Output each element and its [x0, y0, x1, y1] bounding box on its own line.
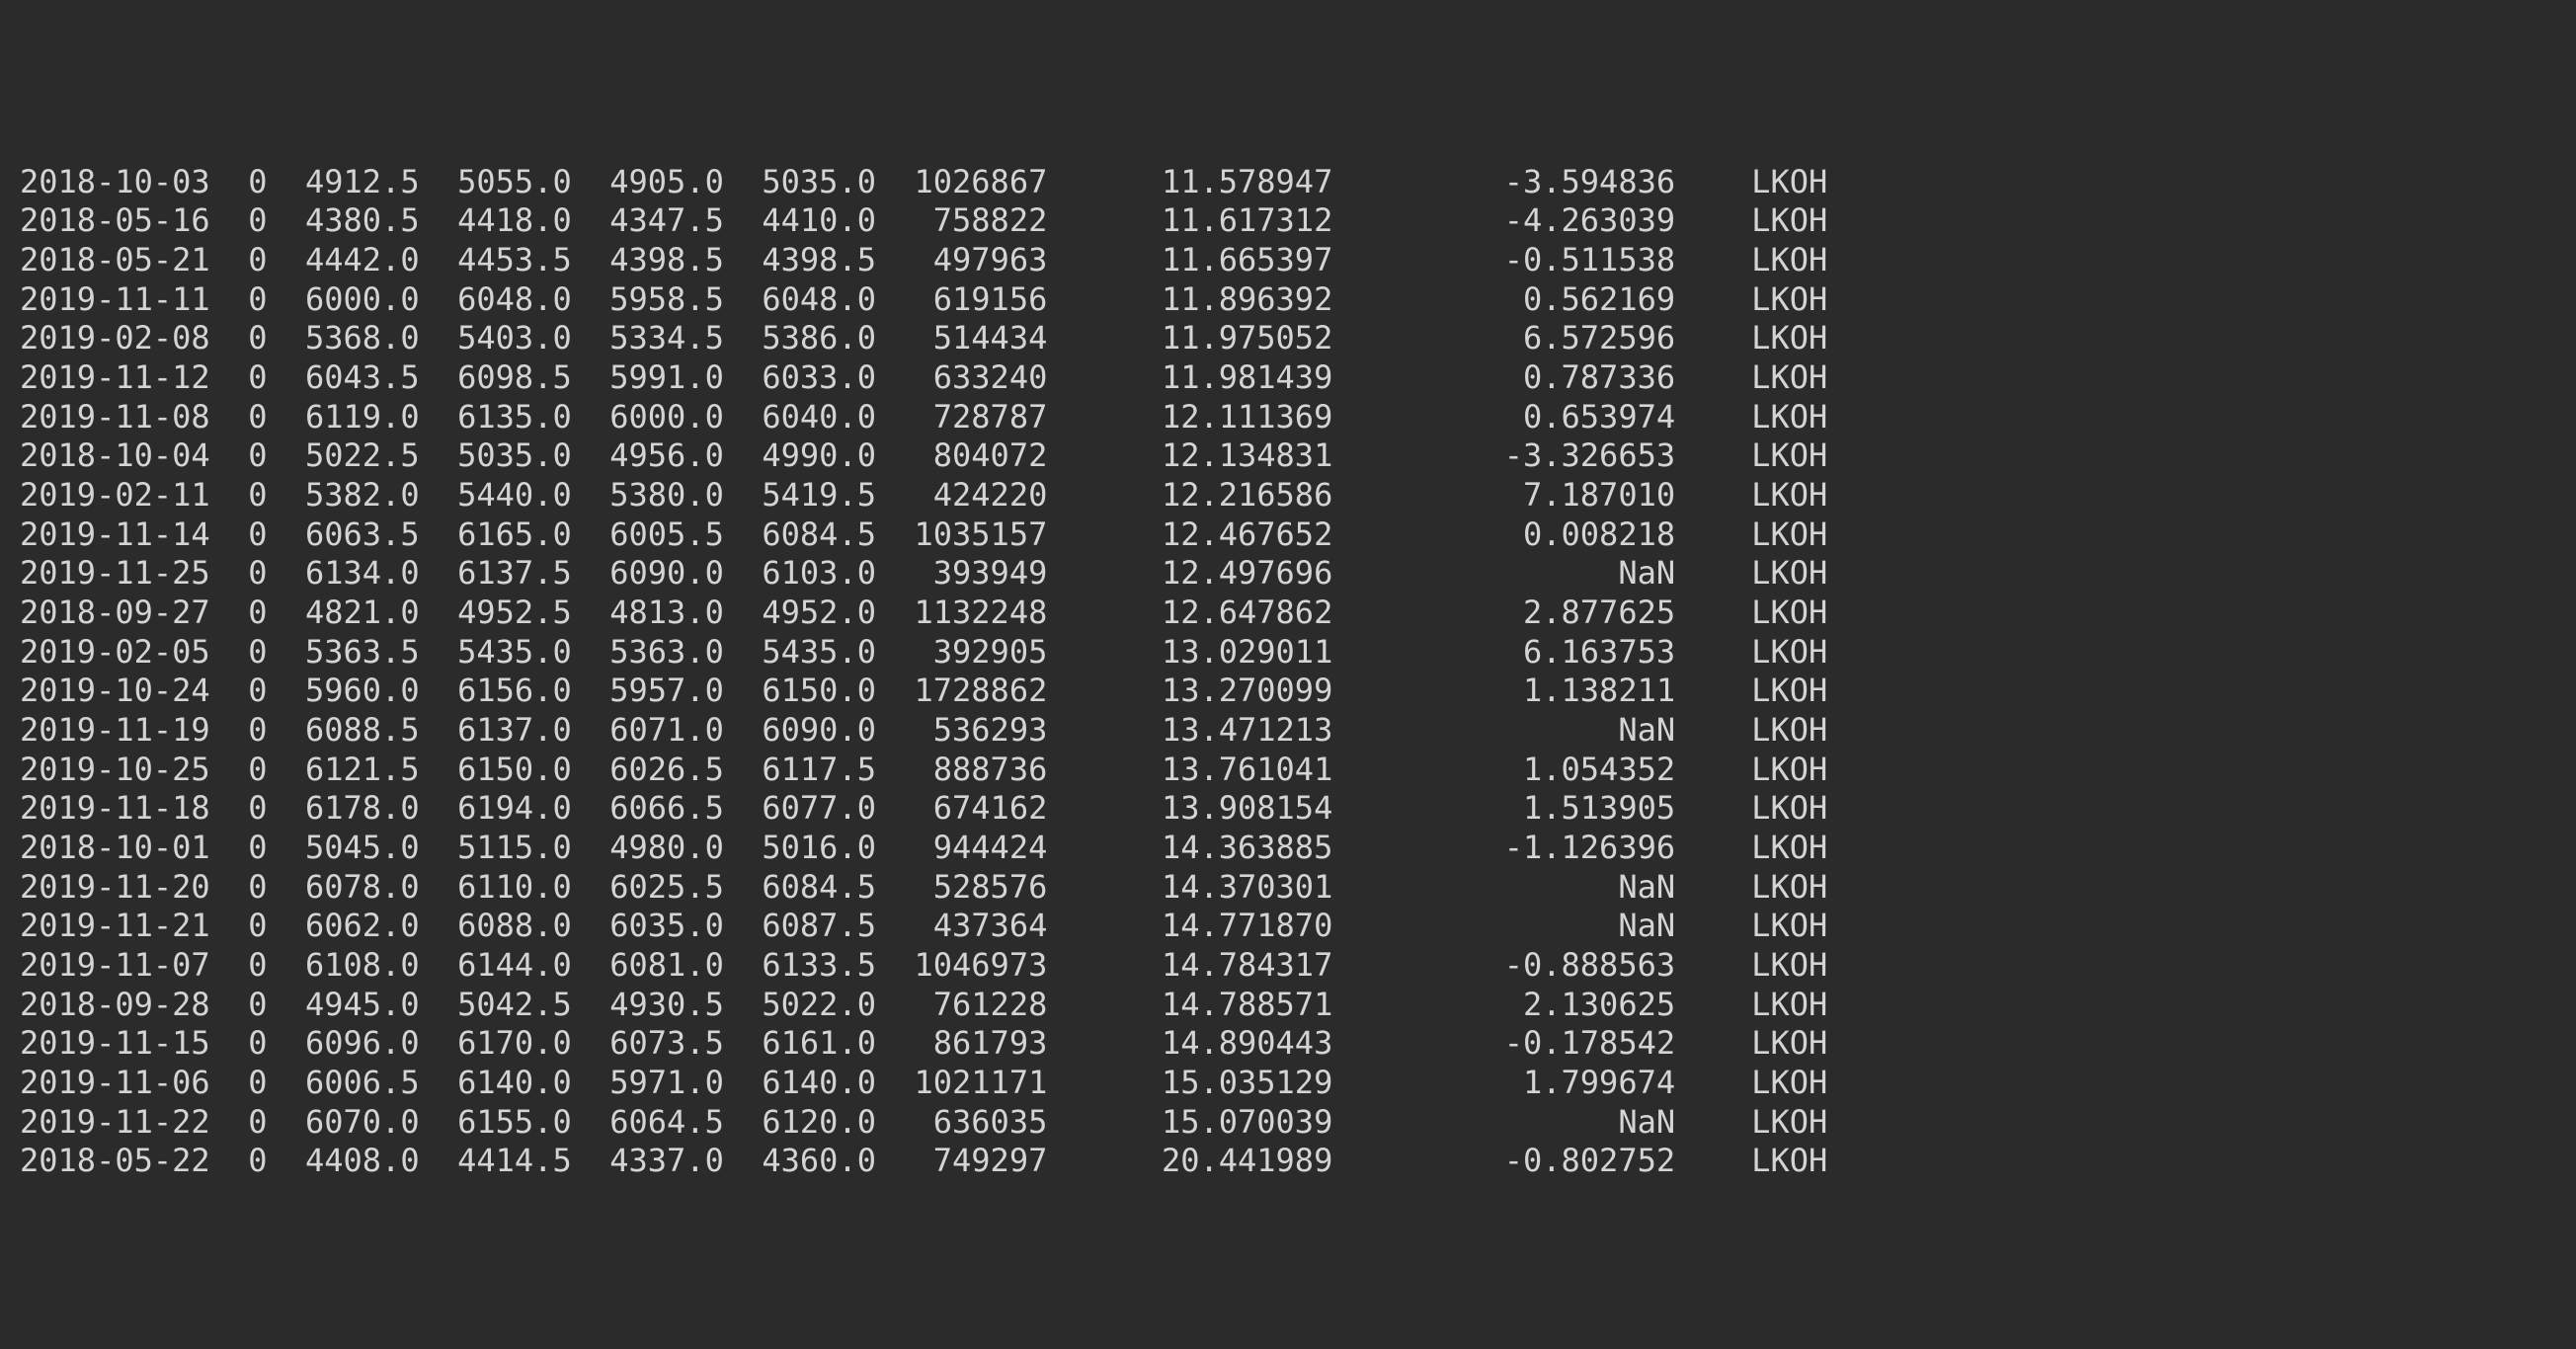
table-row: 2019-02-05 0 5363.5 5435.0 5363.0 5435.0… [20, 633, 2556, 673]
table-row: 2019-11-25 0 6134.0 6137.5 6090.0 6103.0… [20, 554, 2556, 594]
table-row: 2019-11-07 0 6108.0 6144.0 6081.0 6133.5… [20, 946, 2556, 986]
table-row: 2018-10-01 0 5045.0 5115.0 4980.0 5016.0… [20, 829, 2556, 868]
table-row: 2018-05-22 0 4408.0 4414.5 4337.0 4360.0… [20, 1142, 2556, 1181]
table-row: 2019-11-18 0 6178.0 6194.0 6066.5 6077.0… [20, 789, 2556, 829]
table-row: 2019-10-24 0 5960.0 6156.0 5957.0 6150.0… [20, 672, 2556, 711]
table-row: 2018-05-16 0 4380.5 4418.0 4347.5 4410.0… [20, 201, 2556, 241]
table-row: 2019-11-22 0 6070.0 6155.0 6064.5 6120.0… [20, 1103, 2556, 1143]
table-row: 2019-11-12 0 6043.5 6098.5 5991.0 6033.0… [20, 358, 2556, 398]
table-row: 2019-11-20 0 6078.0 6110.0 6025.5 6084.5… [20, 868, 2556, 908]
table-row: 2019-11-21 0 6062.0 6088.0 6035.0 6087.5… [20, 907, 2556, 946]
table-row: 2018-09-28 0 4945.0 5042.5 4930.5 5022.0… [20, 986, 2556, 1025]
table-row: 2018-10-04 0 5022.5 5035.0 4956.0 4990.0… [20, 436, 2556, 476]
table-row: 2019-11-08 0 6119.0 6135.0 6000.0 6040.0… [20, 398, 2556, 437]
table-row: 2018-10-03 0 4912.5 5055.0 4905.0 5035.0… [20, 163, 2556, 202]
table-row: 2019-10-25 0 6121.5 6150.0 6026.5 6117.5… [20, 751, 2556, 790]
table-row: 2018-05-21 0 4442.0 4453.5 4398.5 4398.5… [20, 241, 2556, 280]
table-row: 2019-11-06 0 6006.5 6140.0 5971.0 6140.0… [20, 1064, 2556, 1103]
table-row: 2019-02-08 0 5368.0 5403.0 5334.5 5386.0… [20, 319, 2556, 358]
table-row: 2019-11-11 0 6000.0 6048.0 5958.5 6048.0… [20, 280, 2556, 320]
table-row: 2019-11-14 0 6063.5 6165.0 6005.5 6084.5… [20, 516, 2556, 555]
dataframe-output: 2018-10-03 0 4912.5 5055.0 4905.0 5035.0… [0, 157, 2576, 1187]
table-row: 2018-09-27 0 4821.0 4952.5 4813.0 4952.0… [20, 594, 2556, 633]
table-row: 2019-11-19 0 6088.5 6137.0 6071.0 6090.0… [20, 711, 2556, 751]
table-row: 2019-02-11 0 5382.0 5440.0 5380.0 5419.5… [20, 476, 2556, 516]
table-row: 2019-11-15 0 6096.0 6170.0 6073.5 6161.0… [20, 1024, 2556, 1064]
